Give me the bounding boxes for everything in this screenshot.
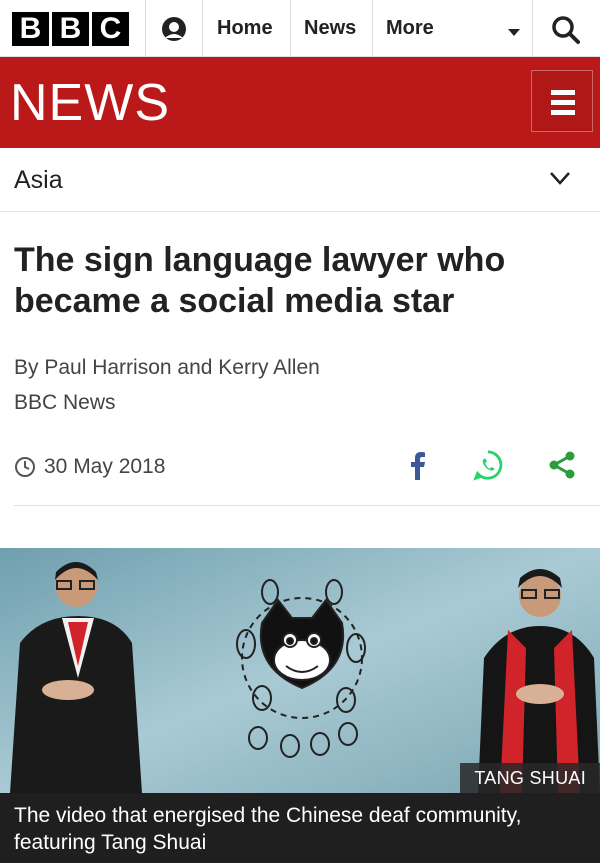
- section-label: Asia: [14, 166, 63, 194]
- article-headline: The sign language lawyer who became a so…: [14, 241, 506, 320]
- search-icon[interactable]: [550, 14, 582, 46]
- nav-news-link[interactable]: News: [304, 17, 356, 40]
- hamburger-icon: [551, 110, 575, 115]
- news-masthead: NEWS: [0, 57, 600, 148]
- share-icon[interactable]: [546, 448, 578, 482]
- divider: [532, 0, 533, 57]
- article-byline: By Paul Harrison and Kerry Allen: [14, 356, 320, 379]
- divider: [202, 0, 203, 57]
- menu-button[interactable]: [531, 70, 593, 132]
- nav-home-link[interactable]: Home: [217, 17, 273, 40]
- bbc-logo[interactable]: B B C: [12, 12, 129, 46]
- news-wordmark[interactable]: NEWS: [10, 75, 170, 131]
- date-row: 30 May 2018: [14, 453, 165, 481]
- bbc-logo-letter: B: [52, 12, 89, 46]
- divider: [14, 505, 600, 506]
- divider: [145, 0, 146, 57]
- image-credit: TANG SHUAI: [460, 763, 600, 794]
- video-caption: The video that energised the Chinese dea…: [0, 793, 600, 863]
- article-video[interactable]: TANG SHUAI The video that energised the …: [0, 548, 600, 863]
- nav-more-link[interactable]: More: [386, 17, 434, 40]
- publish-date: 30 May 2018: [44, 455, 166, 478]
- video-frame: [0, 548, 600, 793]
- caret-down-icon[interactable]: [508, 29, 520, 36]
- article-organization: BBC News: [14, 391, 116, 414]
- facebook-icon[interactable]: [402, 448, 434, 482]
- hamburger-icon: [551, 90, 575, 95]
- whatsapp-icon[interactable]: [472, 448, 504, 482]
- clock-icon: [15, 457, 35, 477]
- bbc-logo-letter: C: [92, 12, 129, 46]
- bbc-logo-letter: B: [12, 12, 49, 46]
- chevron-down-icon[interactable]: [549, 170, 571, 186]
- section-selector[interactable]: Asia: [0, 148, 600, 212]
- account-icon[interactable]: [158, 16, 190, 42]
- hamburger-icon: [551, 100, 575, 105]
- bbc-top-bar: B B C Home News More: [0, 0, 600, 57]
- divider: [290, 0, 291, 57]
- divider: [372, 0, 373, 57]
